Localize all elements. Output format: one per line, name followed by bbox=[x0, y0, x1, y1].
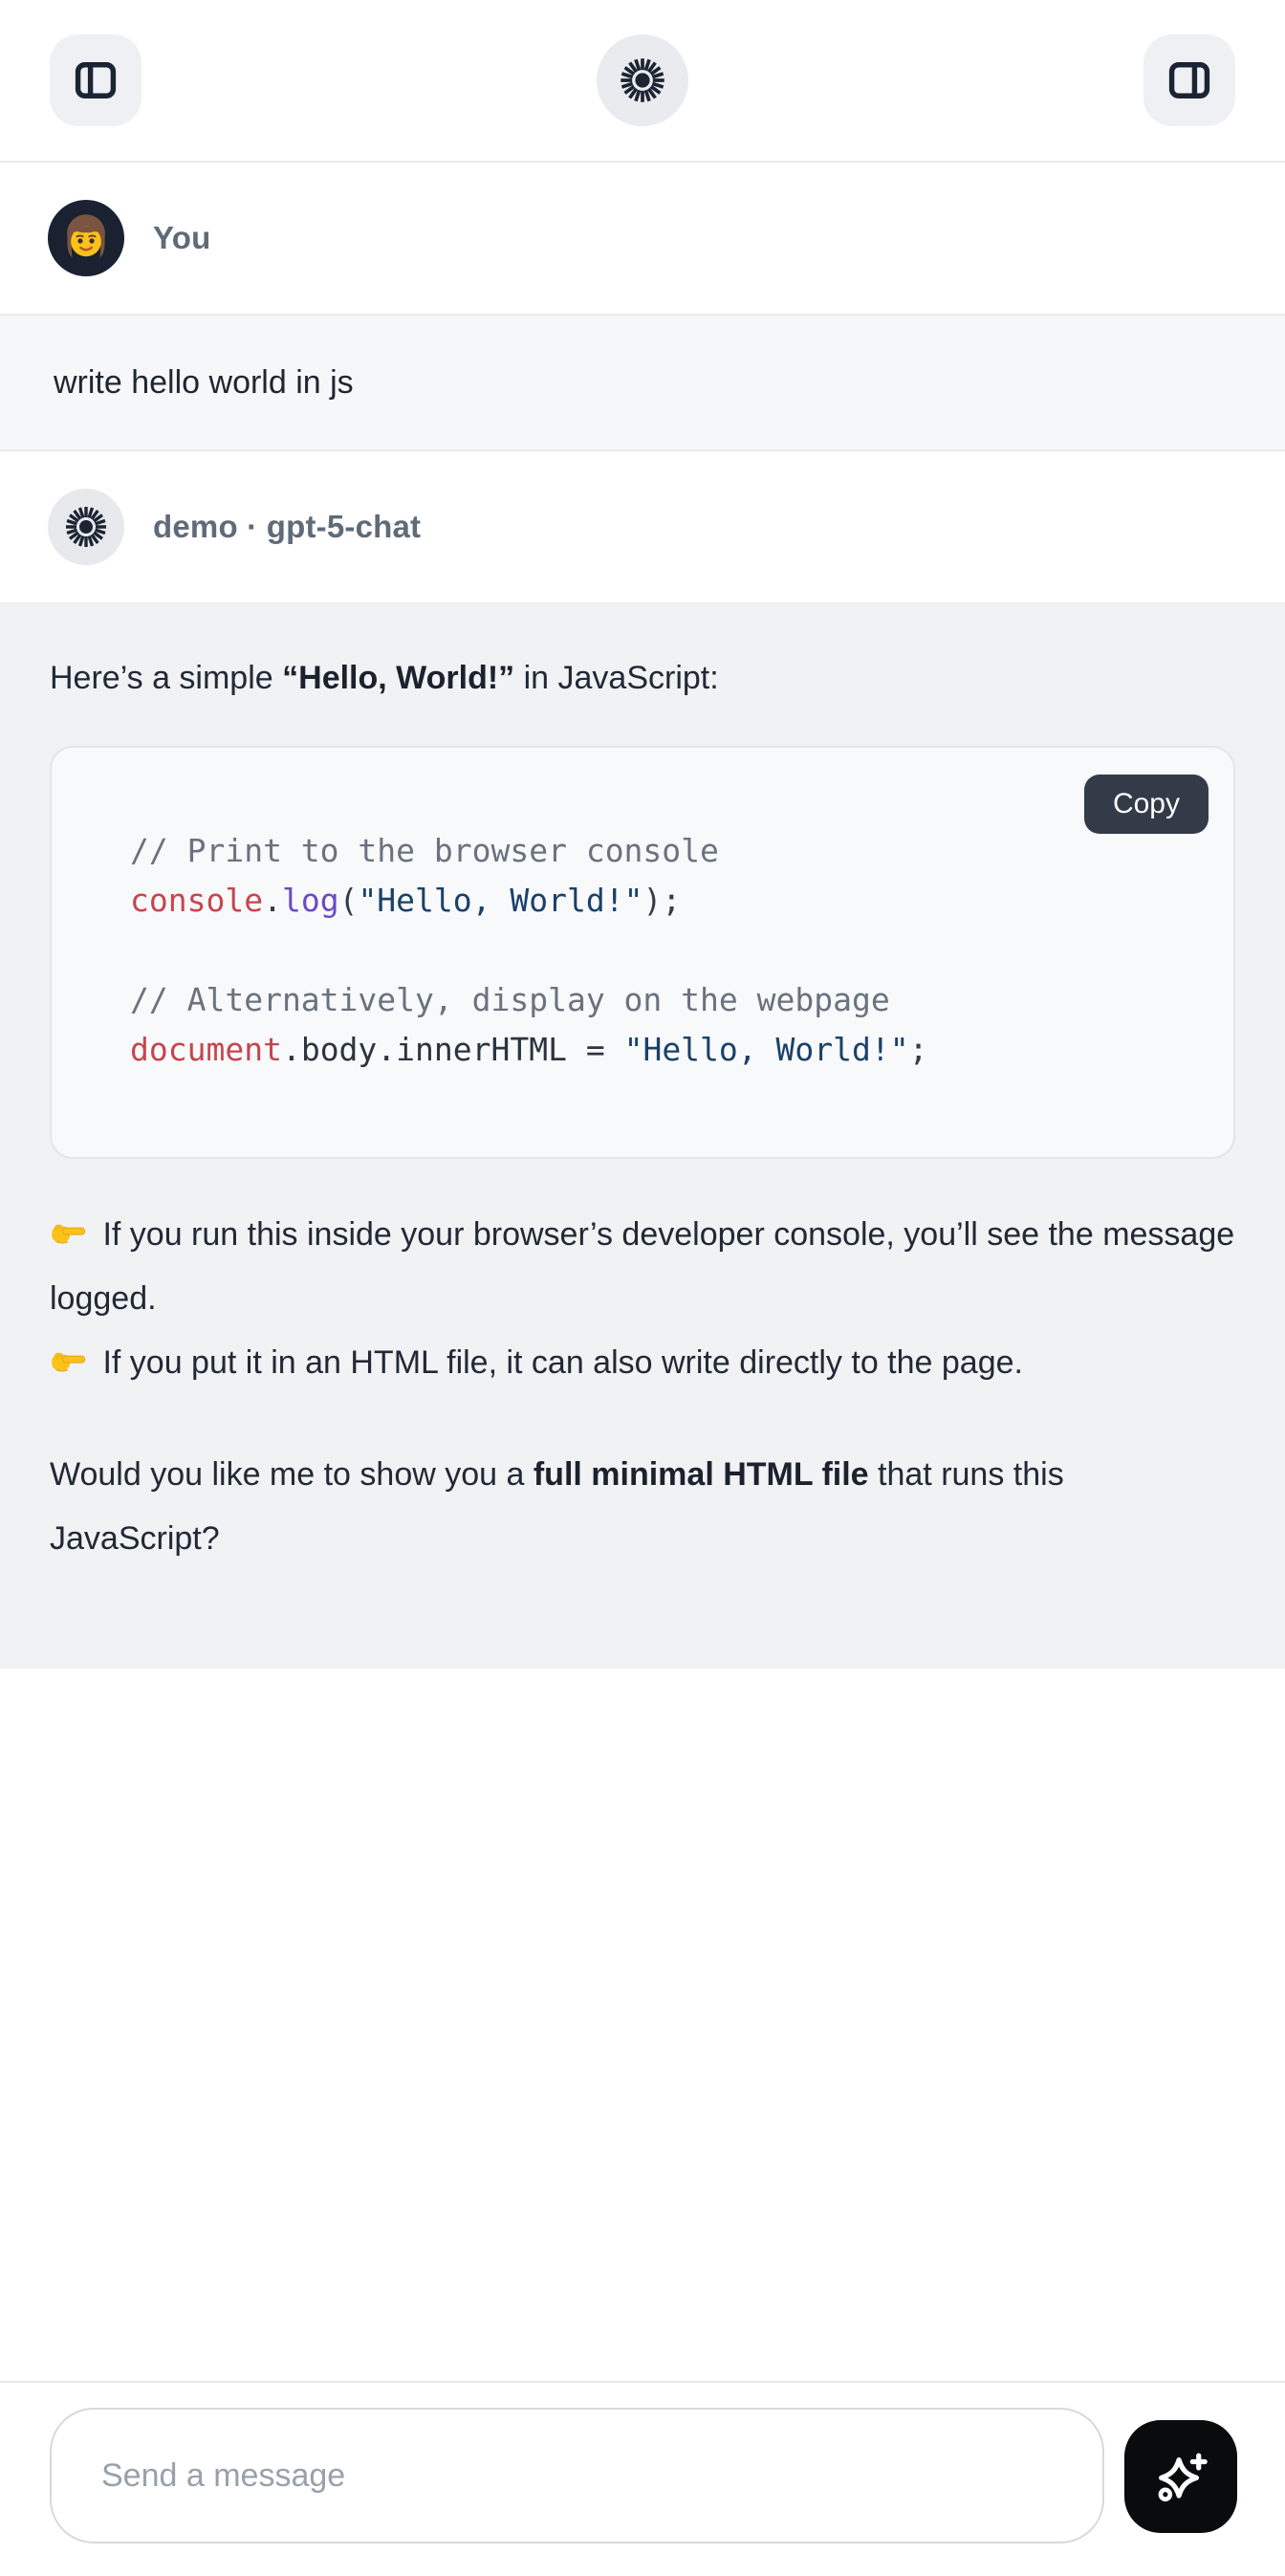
message-input[interactable] bbox=[50, 2408, 1104, 2543]
assistant-message: Here’s a simple “Hello, World!” in JavaS… bbox=[0, 602, 1285, 1669]
send-button[interactable] bbox=[1124, 2420, 1237, 2533]
assistant-closing: Would you like me to show you a full min… bbox=[50, 1443, 1235, 1571]
user-sender-name: You bbox=[153, 220, 210, 256]
user-avatar bbox=[48, 200, 124, 276]
user-sender-row: You bbox=[0, 163, 1285, 314]
assistant-intro: Here’s a simple “Hello, World!” in JavaS… bbox=[50, 646, 1235, 709]
assistant-paragraph: If you run this inside your browser’s de… bbox=[50, 1203, 1235, 1331]
starburst-icon bbox=[618, 55, 667, 105]
point-right-emoji bbox=[50, 1341, 88, 1379]
code-lines: // Print to the browser consoleconsole.l… bbox=[130, 826, 1195, 1075]
sidebar-toggle-right-button[interactable] bbox=[1143, 34, 1235, 126]
code-line: // Alternatively, display on the webpage bbox=[130, 975, 1195, 1025]
sparkle-plus-icon bbox=[1151, 2447, 1210, 2506]
user-message: write hello world in js bbox=[0, 314, 1285, 451]
assistant-paragraph: If you put it in an HTML file, it can al… bbox=[50, 1331, 1235, 1395]
composer bbox=[0, 2381, 1285, 2576]
code-line: document.body.innerHTML = "Hello, World!… bbox=[130, 1025, 1195, 1075]
intro-bold: “Hello, World!” bbox=[282, 660, 514, 696]
user-message-text: write hello world in js bbox=[54, 364, 354, 402]
top-bar bbox=[0, 0, 1285, 163]
sidebar-left-icon bbox=[71, 55, 120, 105]
assistant-avatar bbox=[48, 489, 124, 565]
intro-prefix: Here’s a simple bbox=[50, 660, 282, 696]
sidebar-toggle-left-button[interactable] bbox=[50, 34, 142, 126]
point-right-emoji bbox=[50, 1212, 88, 1251]
code-block: Copy // Print to the browser consolecons… bbox=[50, 746, 1235, 1159]
paragraph-text: If you run this inside your browser’s de… bbox=[50, 1216, 1234, 1317]
sidebar-right-icon bbox=[1165, 55, 1214, 105]
code-line bbox=[130, 926, 1195, 975]
closing-bold: full minimal HTML file bbox=[534, 1456, 869, 1493]
assistant-sender-name: demo · gpt-5-chat bbox=[153, 509, 421, 545]
assistant-paragraphs: If you run this inside your browser’s de… bbox=[50, 1203, 1235, 1395]
code-line: console.log("Hello, World!"); bbox=[130, 876, 1195, 926]
intro-suffix: in JavaScript: bbox=[514, 660, 719, 696]
starburst-icon bbox=[63, 504, 109, 550]
model-spark-button[interactable] bbox=[597, 34, 688, 126]
copy-button[interactable]: Copy bbox=[1084, 775, 1209, 834]
code-line: // Print to the browser console bbox=[130, 826, 1195, 876]
closing-prefix: Would you like me to show you a bbox=[50, 1456, 534, 1493]
paragraph-text: If you put it in an HTML file, it can al… bbox=[94, 1344, 1023, 1381]
assistant-sender-row: demo · gpt-5-chat bbox=[0, 451, 1285, 602]
